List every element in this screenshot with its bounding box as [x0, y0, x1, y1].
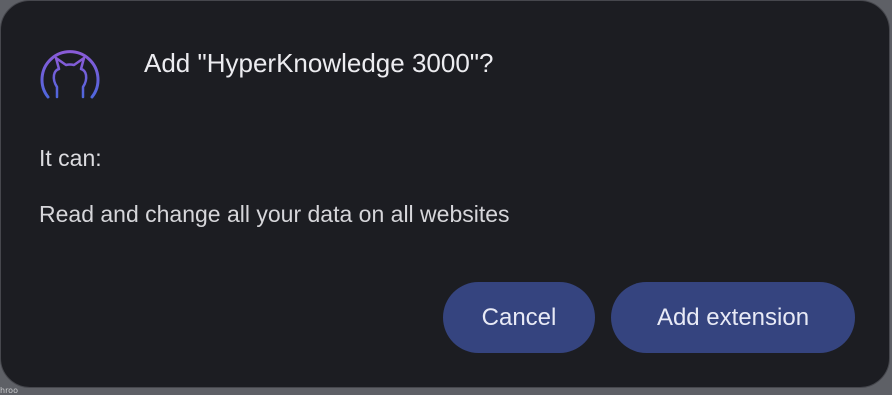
permission-item: Read and change all your data on all web… — [39, 201, 510, 227]
extension-cat-icon — [40, 50, 100, 99]
dialog-title: Add "HyperKnowledge 3000"? — [144, 48, 494, 78]
extension-install-dialog: Add "HyperKnowledge 3000"? It can: Read … — [0, 0, 890, 388]
cancel-button[interactable]: Cancel — [443, 282, 595, 353]
permissions-heading: It can: — [39, 145, 102, 171]
add-extension-button[interactable]: Add extension — [611, 282, 855, 353]
